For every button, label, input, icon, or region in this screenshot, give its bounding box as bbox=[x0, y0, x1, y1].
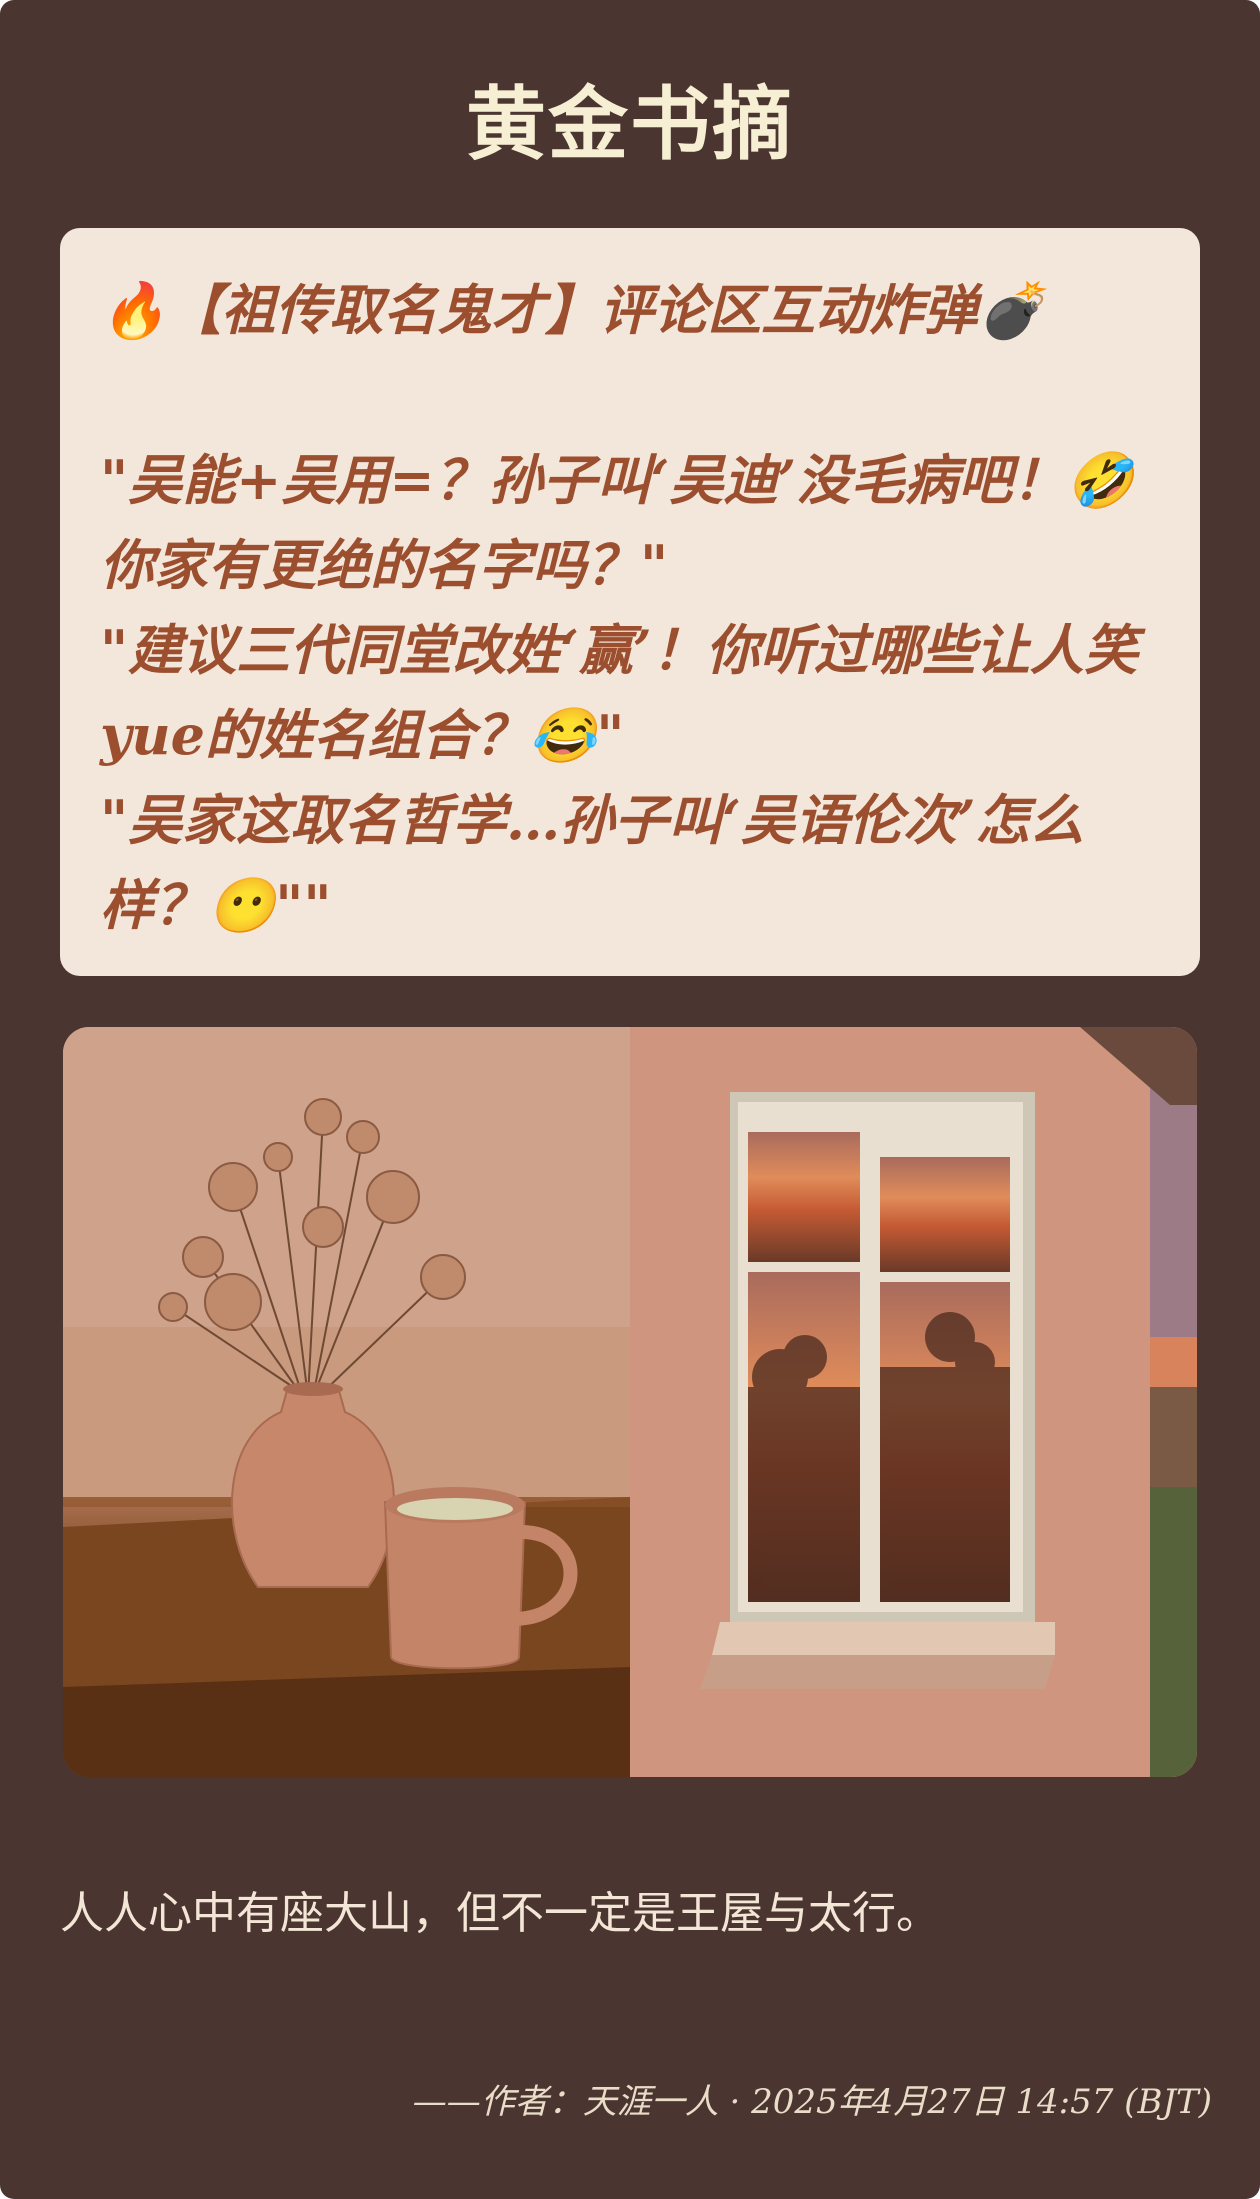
quote-box: 🔥【祖传取名鬼才】评论区互动炸弹💣 "吴能+吴用=？孙子叫‘吴迪’没毛病吧！🤣 … bbox=[60, 228, 1200, 976]
post-card: 黄金书摘 🔥【祖传取名鬼才】评论区互动炸弹💣 "吴能+吴用=？孙子叫‘吴迪’没毛… bbox=[0, 0, 1260, 2199]
window-illustration bbox=[630, 1027, 1197, 1777]
photo-gallery bbox=[63, 1027, 1197, 1777]
photo-window-sunset[interactable] bbox=[630, 1027, 1197, 1777]
photo-dried-flowers[interactable] bbox=[63, 1027, 630, 1777]
caption: 人人心中有座大山，但不一定是王屋与太行。 bbox=[60, 1888, 940, 1939]
dried-flowers-illustration bbox=[63, 1027, 630, 1777]
page-title: 黄金书摘 bbox=[466, 78, 794, 171]
quote-text: 🔥【祖传取名鬼才】评论区互动炸弹💣 "吴能+吴用=？孙子叫‘吴迪’没毛病吧！🤣 … bbox=[100, 278, 1138, 937]
byline: ——作者：天涯一人 · 2025年4月27日 14:57 (BJT) bbox=[412, 2082, 1212, 2122]
